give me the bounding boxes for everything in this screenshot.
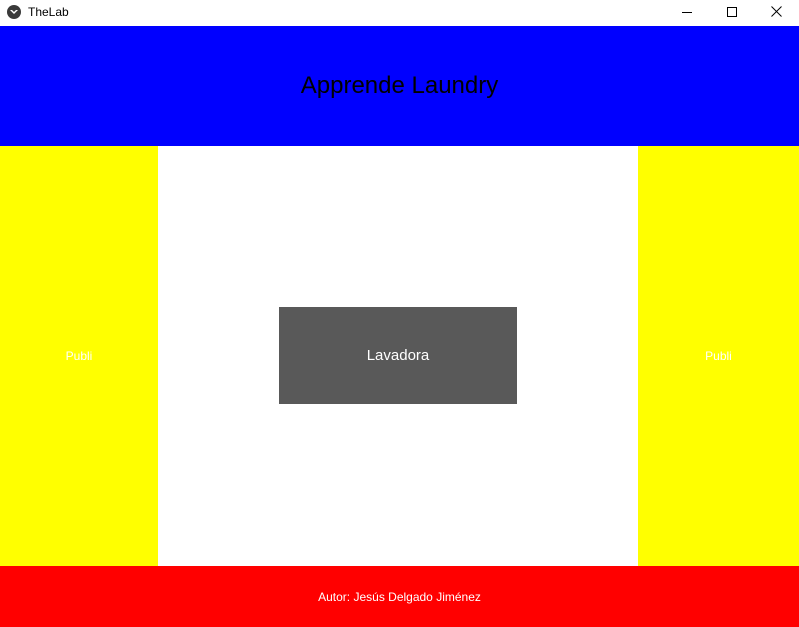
author-credit: Autor: Jesús Delgado Jiménez [318,589,481,604]
close-icon [771,6,782,17]
title-bar: TheLab [0,0,799,23]
lavadora-button[interactable]: Lavadora [279,307,517,404]
maximize-icon [726,6,737,17]
close-button[interactable] [754,0,799,23]
window-title: TheLab [28,4,69,19]
app-logo-icon [7,4,21,19]
footer-bar: Autor: Jesús Delgado Jiménez [0,566,799,627]
maximize-button[interactable] [709,0,754,23]
header-banner: Apprende Laundry [0,26,799,146]
ad-label-right: Publi [705,349,732,363]
window-controls [664,0,799,23]
ad-panel-right: Publi [638,146,799,566]
ad-panel-left: Publi [0,146,158,566]
minimize-icon [681,11,692,13]
app-window: TheLab Apprende Laundry Publi Lavadora P… [0,0,799,627]
minimize-button[interactable] [664,0,709,23]
header-title: Apprende Laundry [300,72,499,99]
ad-label-left: Publi [65,349,93,363]
